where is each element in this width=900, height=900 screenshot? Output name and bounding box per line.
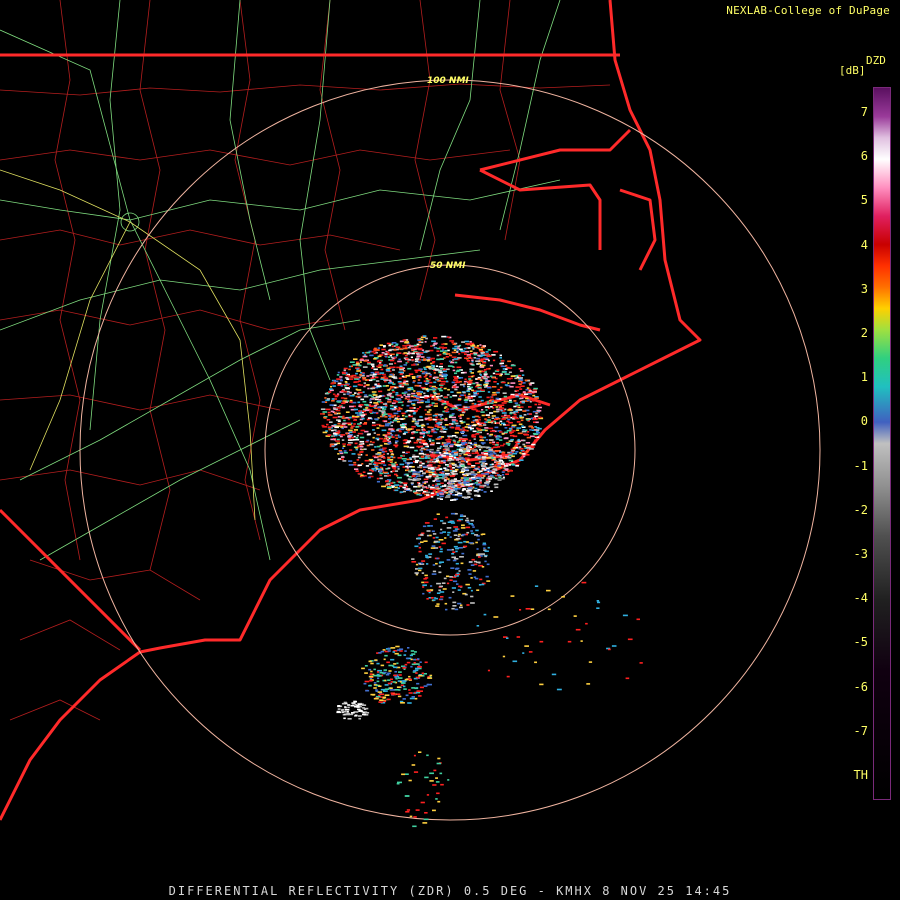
color-scale-tick: -3 xyxy=(853,547,868,561)
color-scale-tick: -1 xyxy=(853,458,868,473)
credit-label: NEXLAB-College of DuPage xyxy=(726,4,890,17)
color-scale-tick: 6 xyxy=(860,149,868,164)
legend-unit: [dB] xyxy=(839,64,866,77)
color-scale-tick: 3 xyxy=(860,281,868,296)
color-scale-tick: -2 xyxy=(853,502,868,517)
color-scale-bar xyxy=(873,87,891,800)
color-scale-tick: -7 xyxy=(853,723,868,738)
color-scale-tick: 7 xyxy=(860,105,868,119)
interstate-lines xyxy=(0,169,256,521)
color-scale-tick: 0 xyxy=(860,414,868,429)
radar-map: 100 NMI 50 NMI xyxy=(0,0,821,828)
legend-product-name: DZD xyxy=(866,54,886,67)
radar-echoes xyxy=(320,335,643,828)
range-ring-100-label: 100 NMI xyxy=(427,76,469,86)
color-scale-tick: -4 xyxy=(853,591,868,606)
color-scale-tick: 4 xyxy=(860,237,868,252)
state-borders xyxy=(0,0,702,821)
color-scale-tick: 1 xyxy=(860,370,868,385)
range-ring-50-label: 50 NMI xyxy=(430,261,466,271)
range-ring-100 xyxy=(79,79,821,821)
product-footer: DIFFERENTIAL REFLECTIVITY (ZDR) 0.5 DEG … xyxy=(168,884,732,898)
color-scale-tick: -5 xyxy=(853,635,868,650)
color-scale-tick: 5 xyxy=(860,193,868,208)
color-scale-tick: TH xyxy=(853,768,868,782)
color-scale-tick: -6 xyxy=(853,679,868,694)
color-scale-tick: 2 xyxy=(860,326,868,340)
range-rings xyxy=(79,79,821,821)
